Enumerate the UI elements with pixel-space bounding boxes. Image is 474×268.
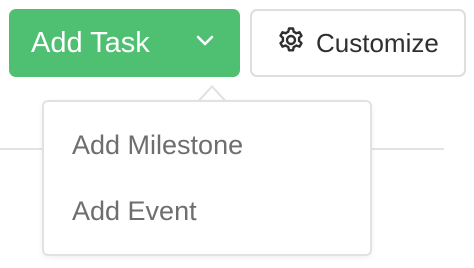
add-task-split-button: Add Task — [9, 9, 240, 77]
gear-icon — [276, 26, 306, 61]
menu-item-add-milestone[interactable]: Add Milestone — [72, 130, 243, 161]
chevron-down-icon — [196, 34, 214, 52]
add-task-button[interactable]: Add Task — [9, 9, 169, 77]
add-task-dropdown-menu: Add Milestone Add Event — [42, 100, 372, 256]
menu-item-add-event[interactable]: Add Event — [72, 196, 197, 227]
add-task-label: Add Task — [31, 26, 150, 59]
dropdown-caret — [198, 85, 226, 101]
customize-button[interactable]: Customize — [250, 9, 466, 77]
customize-label: Customize — [316, 27, 439, 58]
add-task-dropdown-toggle[interactable] — [169, 9, 240, 77]
page: Add Task Customize Add Milestone Add Eve… — [0, 0, 474, 268]
